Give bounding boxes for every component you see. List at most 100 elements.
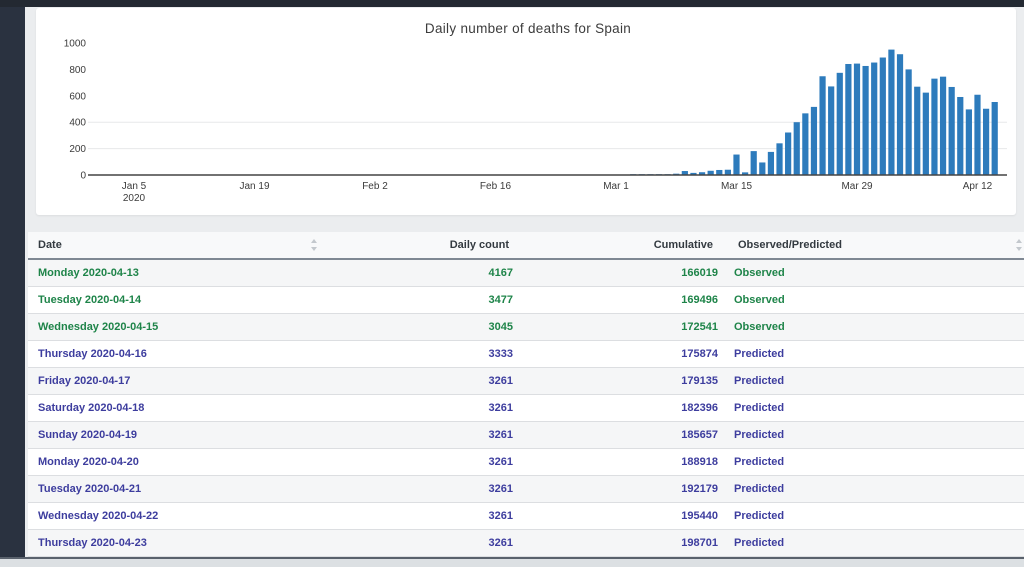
cumulative-cell: 198701 (681, 537, 718, 549)
column-header-label: Daily count (449, 239, 509, 251)
y-tick-label: 1000 (64, 39, 87, 50)
daily-count-cell: 3477 (488, 294, 513, 306)
y-tick-label: 800 (69, 65, 86, 76)
bar (828, 86, 835, 175)
column-header-label: Cumulative (653, 239, 713, 251)
bar (759, 162, 766, 175)
bar (836, 72, 843, 175)
status-cell: Predicted (734, 348, 785, 360)
x-tick-label: Jan 5 (122, 181, 147, 192)
column-header-observed-predicted[interactable]: Observed/Predicted (726, 232, 1024, 258)
daily-count-cell: 3261 (488, 429, 513, 441)
bar (819, 76, 826, 175)
status-cell: Predicted (734, 375, 785, 387)
status-cell: Observed (734, 294, 785, 306)
x-tick-label: Jan 19 (239, 181, 269, 192)
daily-count-cell: 3333 (488, 348, 513, 360)
bar (991, 102, 998, 175)
daily-count-cell: 3045 (488, 321, 513, 333)
bar (776, 143, 783, 175)
bar (785, 132, 792, 175)
bar (767, 151, 775, 175)
table-row: Tuesday 2020-04-14 3477 169496 Observed (28, 287, 1024, 314)
bar (750, 151, 757, 175)
status-cell: Predicted (734, 483, 785, 495)
table-body: Monday 2020-04-13 4167 166019 Observed Tuesd… (28, 260, 1024, 557)
table-row: Monday 2020-04-13 4167 166019 Observed (28, 260, 1024, 287)
y-tick-label: 200 (69, 144, 86, 155)
column-header-cumulative[interactable]: Cumulative (522, 232, 726, 258)
daily-count-cell: 3261 (488, 402, 513, 414)
bar (965, 109, 972, 175)
y-tick-label: 400 (69, 118, 86, 129)
cumulative-cell: 188918 (681, 456, 718, 468)
column-header-date[interactable]: Date (28, 232, 320, 258)
table-row: Thursday 2020-04-23 3261 198701 Predicted (28, 530, 1024, 557)
daily-count-cell: 3261 (488, 456, 513, 468)
status-cell: Predicted (734, 429, 785, 441)
bar (888, 49, 895, 175)
cumulative-cell: 182396 (681, 402, 718, 414)
table-row: Saturday 2020-04-18 3261 182396 Predicted (28, 395, 1024, 422)
daily-count-cell: 3261 (488, 510, 513, 522)
y-tick-label: 0 (80, 171, 86, 182)
column-header-label: Observed/Predicted (738, 239, 842, 251)
daily-count-cell: 4167 (488, 267, 513, 279)
cumulative-cell: 166019 (681, 267, 718, 279)
table-row: Tuesday 2020-04-21 3261 192179 Predicted (28, 476, 1024, 503)
status-cell: Predicted (734, 456, 785, 468)
date-cell: Sunday 2020-04-19 (38, 429, 138, 441)
date-cell: Thursday 2020-04-16 (38, 348, 147, 360)
date-cell: Monday 2020-04-13 (38, 267, 139, 279)
bar (931, 78, 938, 175)
daily-count-cell: 3261 (488, 483, 513, 495)
x-tick-label: Mar 29 (841, 181, 873, 192)
cumulative-cell: 192179 (681, 483, 718, 495)
bar (810, 106, 818, 175)
status-cell: Predicted (734, 402, 785, 414)
cumulative-cell: 172541 (681, 321, 718, 333)
y-tick-label: 600 (69, 91, 86, 102)
bar (905, 69, 912, 175)
x-tick-label: Mar 15 (721, 181, 753, 192)
chart-card: 0 200 400 600 800 1000 Jan 5 2020 Jan 19 Feb 2 Feb… (36, 8, 1016, 215)
x-tick-label: Feb 16 (480, 181, 512, 192)
column-header-daily-count[interactable]: Daily count (320, 232, 522, 258)
bar (845, 63, 852, 175)
collapsed-sidebar (0, 7, 25, 557)
date-cell: Tuesday 2020-04-21 (38, 483, 142, 495)
bar (982, 108, 990, 175)
date-cell: Wednesday 2020-04-15 (38, 321, 159, 333)
status-cell: Observed (734, 267, 785, 279)
table-row: Thursday 2020-04-16 3333 175874 Predicted (28, 341, 1024, 368)
status-cell: Predicted (734, 537, 785, 549)
date-cell: Thursday 2020-04-23 (38, 537, 147, 549)
bar (896, 54, 904, 175)
app-window: 0 200 400 600 800 1000 Jan 5 2020 Jan 19 Feb 2 Feb… (0, 0, 1024, 567)
x-tick-sublabel: 2020 (123, 193, 146, 204)
table-row: Sunday 2020-04-19 3261 185657 Predicted (28, 422, 1024, 449)
bar (957, 96, 964, 175)
column-header-label: Date (38, 239, 62, 251)
date-cell: Saturday 2020-04-18 (38, 402, 145, 414)
daily-count-cell: 3261 (488, 537, 513, 549)
bar (802, 113, 809, 175)
bar (948, 86, 955, 175)
bar (914, 86, 921, 175)
cumulative-cell: 169496 (681, 294, 718, 306)
status-cell: Observed (734, 321, 785, 333)
cumulative-cell: 195440 (681, 510, 718, 522)
bar (879, 57, 886, 175)
bar (853, 63, 861, 176)
date-cell: Friday 2020-04-17 (38, 375, 131, 387)
table-row: Wednesday 2020-04-15 3045 172541 Observed (28, 314, 1024, 341)
bar (733, 154, 740, 175)
sort-icon[interactable] (1015, 239, 1022, 251)
bar (862, 65, 869, 175)
chart-title: Daily number of deaths for Spain (425, 21, 631, 36)
sort-icon[interactable] (310, 239, 317, 251)
date-cell: Tuesday 2020-04-14 (38, 294, 142, 306)
daily-count-cell: 3261 (488, 375, 513, 387)
horizontal-scrollbar[interactable] (0, 557, 1024, 567)
x-tick-label: Feb 2 (362, 181, 388, 192)
